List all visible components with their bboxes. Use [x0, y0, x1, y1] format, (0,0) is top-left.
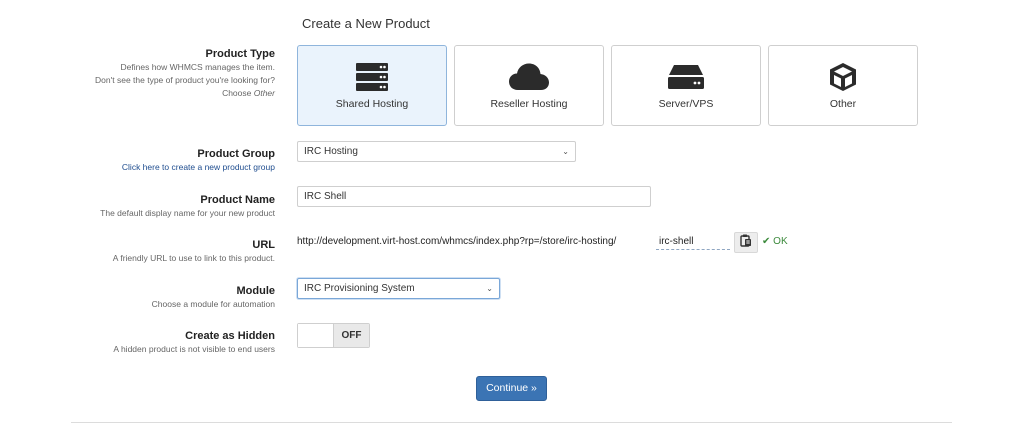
type-card-label: Server/VPS	[658, 98, 714, 110]
url-status-text: OK	[773, 236, 788, 247]
create-product-group-link[interactable]: Click here to create a new product group	[0, 161, 275, 174]
product-name-input[interactable]: IRC Shell	[297, 186, 651, 207]
type-card-label: Reseller Hosting	[490, 98, 568, 110]
check-icon: ✔	[762, 236, 771, 247]
product-group-value: IRC Hosting	[304, 146, 358, 157]
copy-url-button[interactable]	[734, 232, 758, 253]
type-card-server-vps[interactable]: Server/VPS	[611, 45, 761, 126]
clipboard-icon	[740, 234, 752, 252]
url-help: A friendly URL to use to link to this pr…	[112, 253, 275, 263]
type-card-reseller-hosting[interactable]: Reseller Hosting	[454, 45, 604, 126]
product-name-help: The default display name for your new pr…	[100, 208, 275, 218]
module-label: Module	[236, 285, 276, 297]
product-name-value: IRC Shell	[304, 191, 347, 202]
product-group-select[interactable]: IRC Hosting ⌄	[297, 141, 576, 162]
url-base: http://development.virt-host.com/whmcs/i…	[297, 236, 617, 247]
chevron-down-icon: ⌄	[486, 284, 493, 293]
product-type-help-3-prefix: Choose	[222, 88, 254, 98]
product-group-label-group: Product Group Click here to create a new…	[0, 147, 275, 174]
product-type-help-2: Don't see the type of product you're loo…	[95, 75, 275, 85]
product-name-label: Product Name	[200, 194, 275, 206]
product-type-label: Product Type	[205, 48, 275, 60]
type-card-label: Other	[829, 98, 857, 110]
url-status: ✔ OK	[762, 236, 788, 247]
type-card-other[interactable]: Other	[768, 45, 918, 126]
url-label: URL	[252, 239, 275, 251]
url-label-group: URL A friendly URL to use to link to thi…	[0, 238, 275, 265]
toggle-state: OFF	[334, 324, 369, 347]
hard-drive-icon	[612, 62, 760, 92]
product-group-label: Product Group	[197, 148, 275, 160]
type-card-label: Shared Hosting	[335, 98, 409, 110]
product-type-label-group: Product Type Defines how WHMCS manages t…	[0, 47, 275, 100]
module-value: IRC Provisioning System	[304, 283, 415, 294]
hidden-label: Create as Hidden	[185, 330, 275, 342]
chevron-down-icon: ⌄	[562, 147, 569, 156]
module-select[interactable]: IRC Provisioning System ⌄	[297, 278, 500, 299]
divider	[71, 422, 952, 423]
product-name-label-group: Product Name The default display name fo…	[0, 193, 275, 220]
page-title: Create a New Product	[302, 16, 430, 31]
type-card-shared-hosting[interactable]: Shared Hosting	[297, 45, 447, 126]
hidden-label-group: Create as Hidden A hidden product is not…	[0, 329, 275, 356]
product-type-help-1: Defines how WHMCS manages the item.	[120, 62, 275, 72]
continue-button[interactable]: Continue »	[476, 376, 547, 401]
module-help: Choose a module for automation	[151, 299, 275, 309]
url-slug-input[interactable]: irc-shell	[656, 235, 730, 250]
hidden-toggle[interactable]: OFF	[297, 323, 370, 348]
cloud-icon	[455, 62, 603, 92]
hidden-help: A hidden product is not visible to end u…	[113, 344, 275, 354]
product-type-help-3: Choose Other	[0, 87, 275, 100]
cube-icon	[769, 62, 917, 92]
product-type-help-3-em: Other	[253, 88, 275, 98]
server-stack-icon	[298, 62, 446, 92]
module-label-group: Module Choose a module for automation	[0, 284, 275, 311]
toggle-knob	[298, 324, 334, 347]
